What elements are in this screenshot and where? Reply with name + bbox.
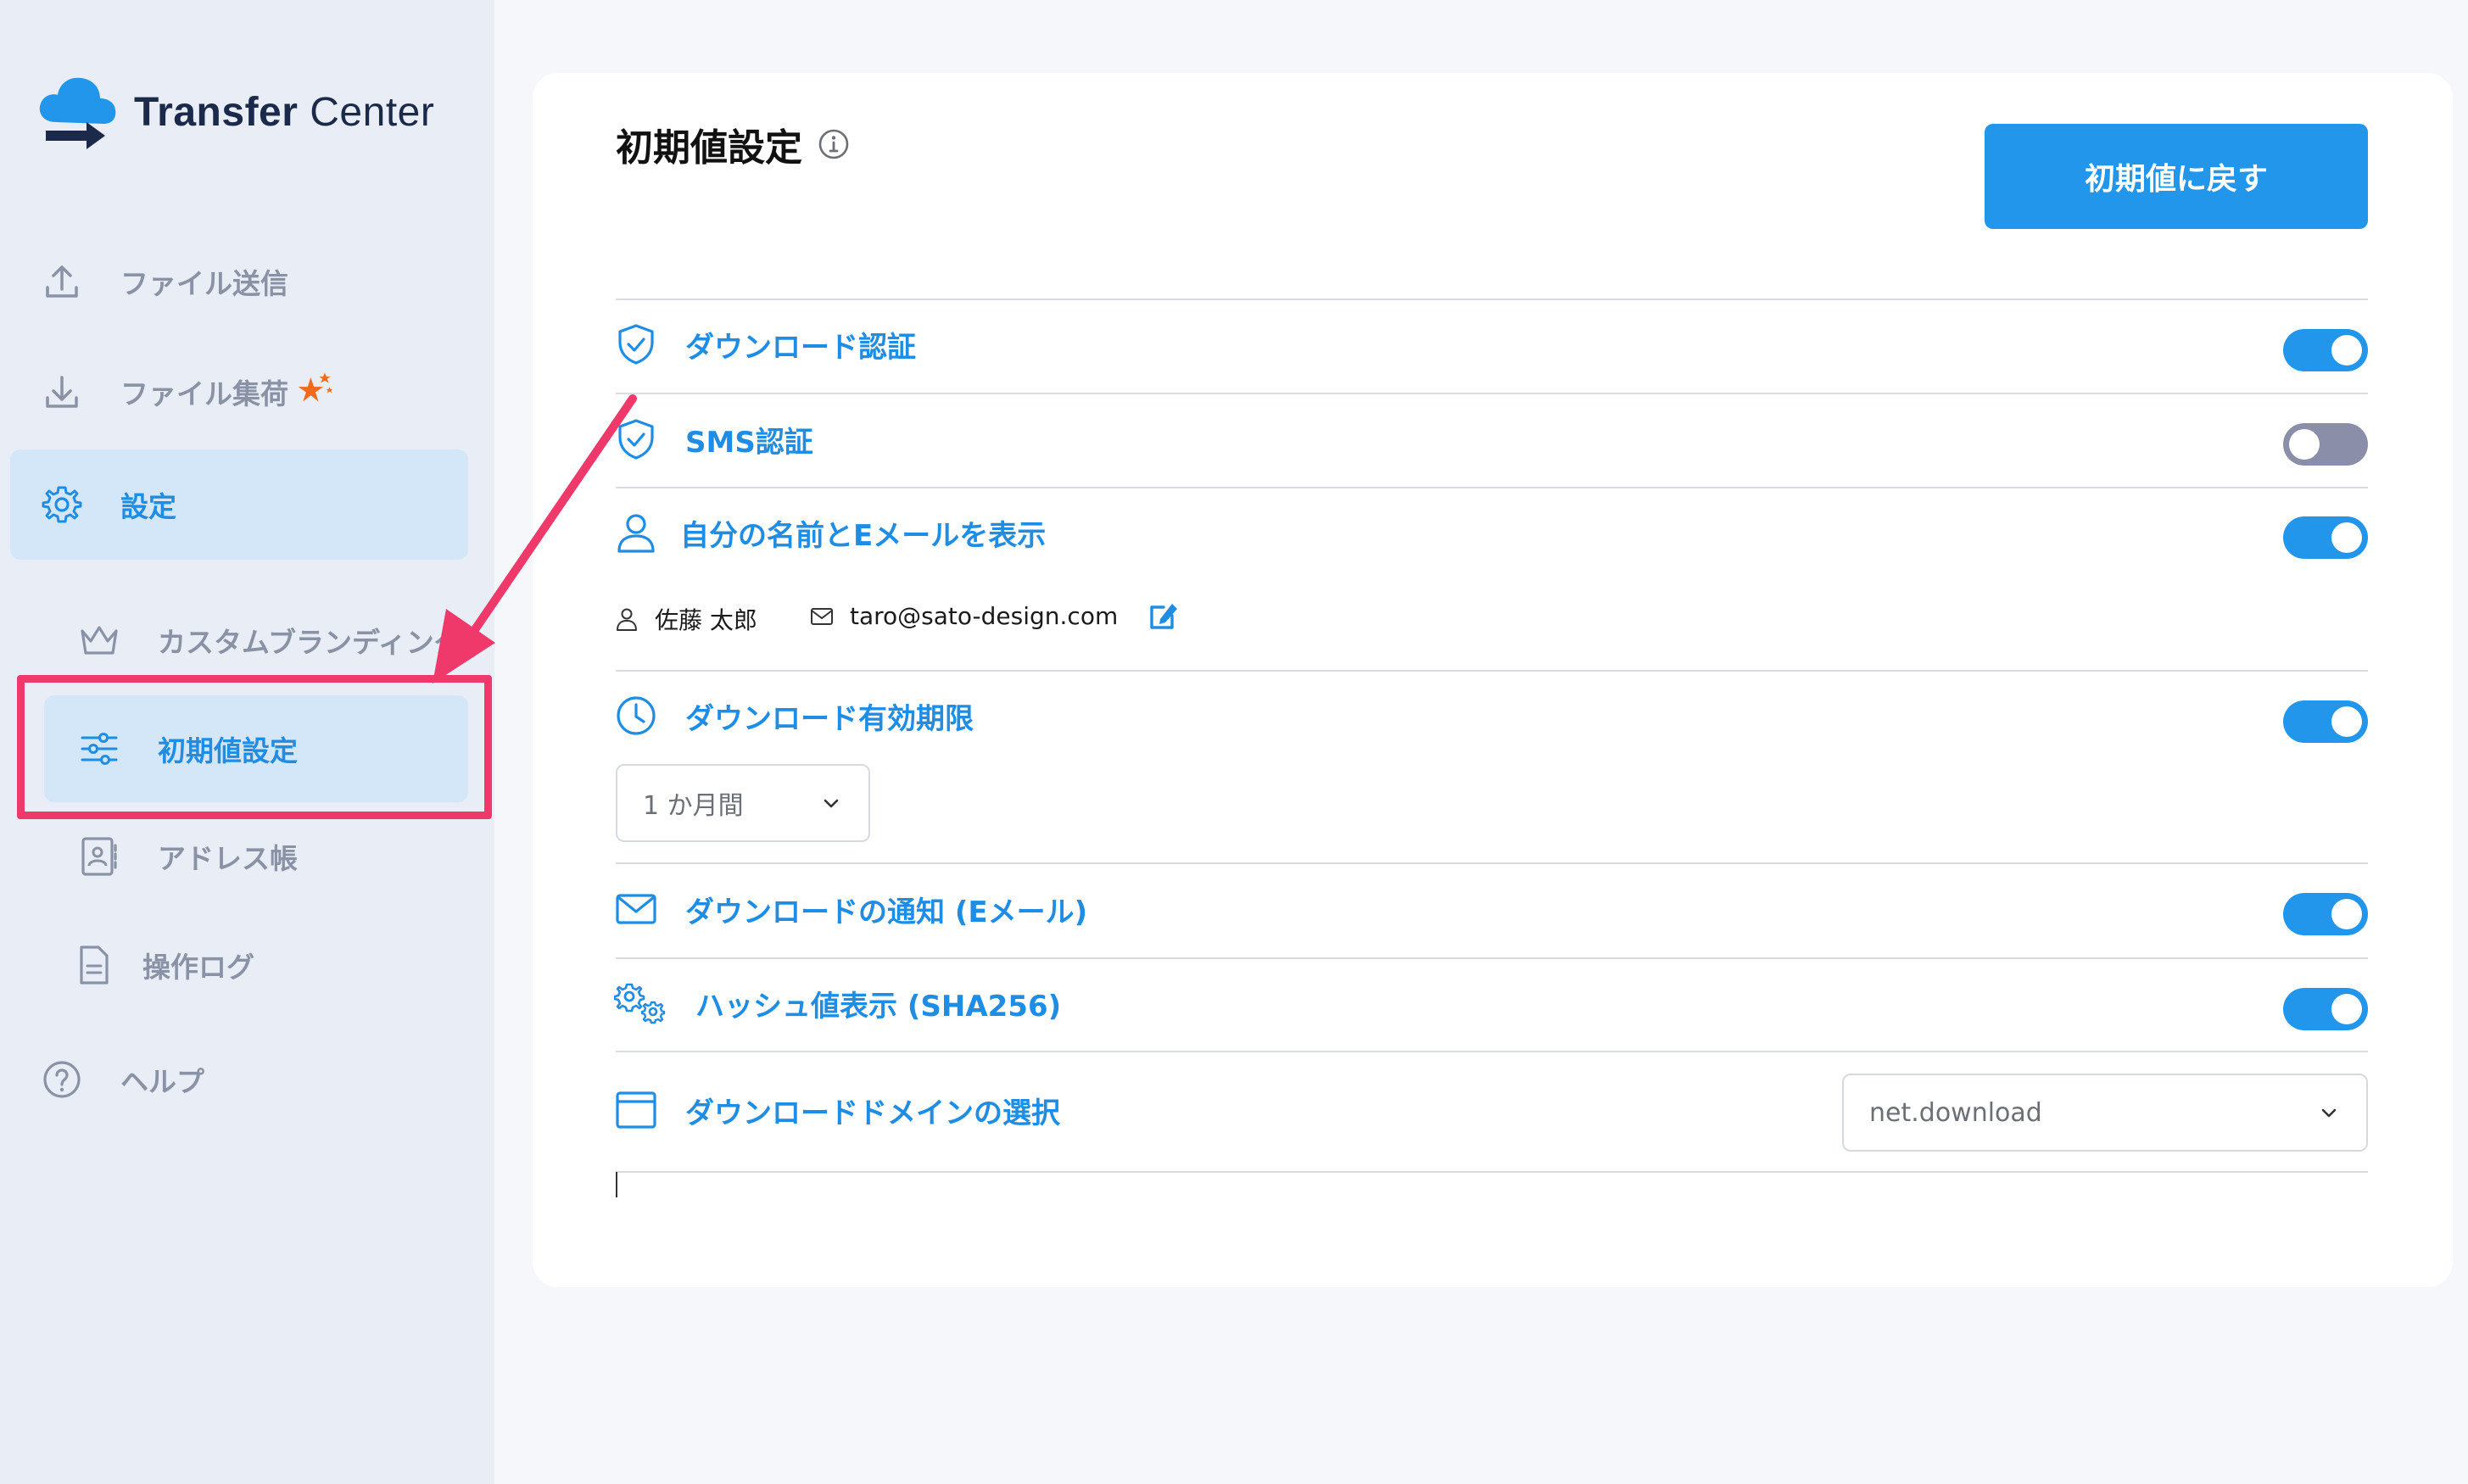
sidebar-item-custom-branding[interactable]: カスタムブランディング <box>78 619 462 661</box>
domain-select[interactable]: net.download <box>1842 1074 2368 1152</box>
edit-icon[interactable] <box>1147 599 1181 633</box>
chevron-down-icon <box>2321 1108 2337 1118</box>
setting-download-auth: ダウンロード認証 <box>614 322 916 366</box>
cloud-transfer-logo-icon <box>39 77 116 149</box>
profile-email: taro@sato-design.com <box>809 602 1118 630</box>
mail-icon <box>616 894 656 924</box>
user-icon <box>617 608 637 631</box>
text-cursor <box>616 1172 617 1197</box>
divider <box>616 957 2368 959</box>
download-notification-toggle[interactable] <box>2283 893 2368 935</box>
user-icon <box>617 514 655 553</box>
sidebar-item-file-collect[interactable]: ファイル集荷 <box>41 371 334 413</box>
sidebar-item-label: ヘルプ <box>120 1065 204 1098</box>
address-book-icon <box>81 837 117 876</box>
gears-icon <box>614 983 666 1024</box>
mail-icon <box>811 607 833 625</box>
sidebar-item-label: ファイル送信 <box>120 267 288 300</box>
shield-check-icon <box>618 419 654 460</box>
divider <box>616 487 2368 488</box>
divider <box>616 670 2368 672</box>
setting-sms-auth: SMS認証 <box>614 417 813 461</box>
divider <box>616 862 2368 864</box>
setting-hash-display: ハッシュ値表示 (SHA256) <box>614 981 1061 1025</box>
clock-icon <box>617 696 656 735</box>
sidebar-item-address-book[interactable]: アドレス帳 <box>78 835 298 878</box>
reset-defaults-button[interactable]: 初期値に戻す <box>1985 124 2368 229</box>
crown-icon <box>81 626 118 655</box>
gear-icon <box>42 486 82 523</box>
download-auth-toggle[interactable] <box>2283 329 2368 371</box>
setting-show-name-email: 自分の名前とEメールを表示 <box>614 510 1046 555</box>
sidebar-item-file-send[interactable]: ファイル送信 <box>41 260 288 303</box>
sidebar-item-label: カスタムブランディング <box>158 626 462 659</box>
sms-auth-toggle[interactable] <box>2283 423 2368 466</box>
download-icon <box>46 376 78 408</box>
chevron-down-icon <box>824 799 839 808</box>
sidebar-item-label: 設定 <box>120 490 176 523</box>
shield-check-icon <box>618 324 654 365</box>
page-title: 初期値設定 <box>616 117 850 171</box>
download-expiry-toggle[interactable] <box>2283 700 2368 743</box>
app-logo[interactable]: Transfer Center <box>34 70 434 154</box>
show-name-email-toggle[interactable] <box>2283 516 2368 559</box>
help-icon <box>43 1061 81 1098</box>
expiry-select[interactable]: 1 か月間 <box>616 764 870 842</box>
highlight-annotation-box <box>17 675 492 819</box>
star-icon <box>298 372 333 402</box>
sidebar-item-help[interactable]: ヘルプ <box>41 1058 204 1101</box>
document-icon <box>80 946 109 985</box>
setting-download-notification: ダウンロードの通知 (Eメール) <box>614 887 1087 931</box>
sidebar-item-settings[interactable]: 設定 <box>41 483 176 526</box>
upload-icon <box>46 265 78 298</box>
setting-download-expiry: ダウンロード有効期限 <box>614 694 974 738</box>
divider <box>616 298 2368 300</box>
info-icon[interactable] <box>818 128 850 160</box>
hash-display-toggle[interactable] <box>2283 988 2368 1030</box>
profile-name: 佐藤 太郎 <box>614 602 757 636</box>
setting-download-domain: ダウンロードドメインの選択 <box>614 1088 1060 1132</box>
divider <box>616 1051 2368 1052</box>
sidebar-item-label: ファイル集荷 <box>120 377 288 410</box>
divider <box>616 393 2368 394</box>
sidebar-item-operation-log[interactable]: 操作ログ <box>73 944 254 986</box>
browser-window-icon <box>616 1091 656 1129</box>
divider <box>616 1171 2368 1173</box>
sidebar-item-label: 操作ログ <box>142 951 254 984</box>
sidebar-item-label: アドレス帳 <box>158 842 298 875</box>
app-name: Transfer Center <box>134 89 435 135</box>
